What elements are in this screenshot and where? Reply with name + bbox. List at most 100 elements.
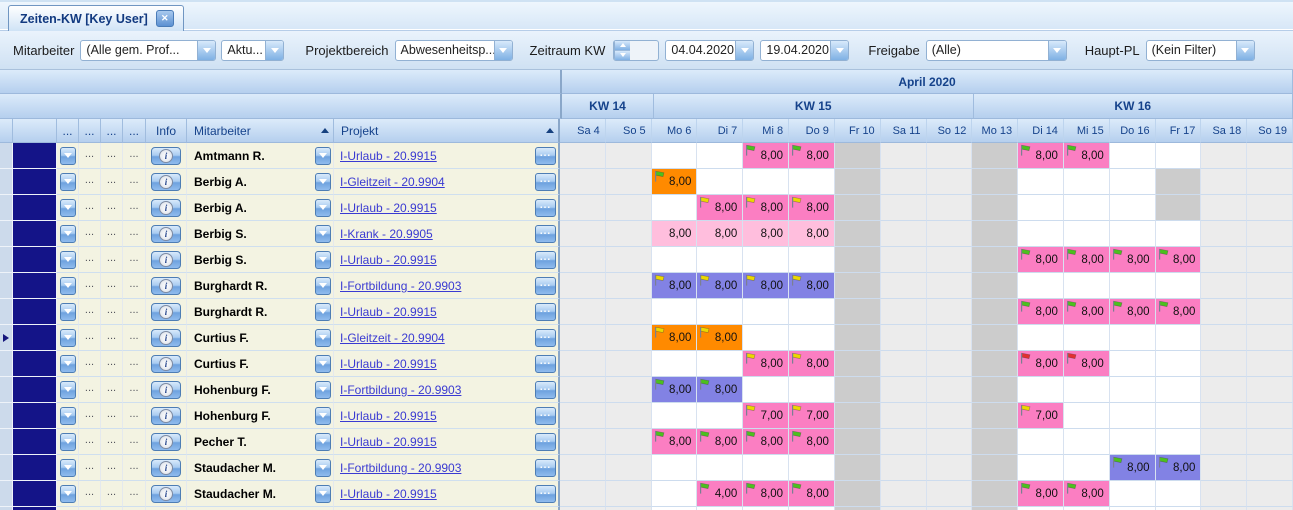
day-cell-so12[interactable] — [926, 273, 973, 299]
row-dropdown-button[interactable] — [59, 328, 76, 347]
day-cell-so12[interactable] — [926, 325, 973, 351]
row-selector[interactable] — [0, 247, 13, 273]
day-cell-mo13[interactable] — [972, 169, 1019, 195]
info-button[interactable]: i — [151, 354, 181, 373]
info-button[interactable]: i — [151, 276, 181, 295]
day-header-mi15[interactable]: Mi 15 — [1063, 119, 1110, 143]
row-dropdown-button[interactable] — [59, 276, 76, 295]
day-cell-sa18[interactable] — [1201, 351, 1248, 377]
day-cell-sa18[interactable] — [1201, 247, 1248, 273]
day-cell-so12[interactable] — [926, 403, 973, 429]
day-cell-fr17[interactable] — [1155, 377, 1202, 403]
day-cell-fr10[interactable] — [834, 351, 881, 377]
day-cell-mi8[interactable]: 8,00 — [743, 351, 790, 377]
day-cell-mo13[interactable] — [972, 455, 1019, 481]
day-cell-fr10[interactable] — [834, 377, 881, 403]
row-dropdown-button[interactable] — [59, 458, 76, 477]
day-cell-so19[interactable] — [1247, 195, 1293, 221]
day-cell-so12[interactable] — [926, 299, 973, 325]
day-cell-fr10[interactable] — [834, 403, 881, 429]
ellipsis-button[interactable]: ... — [101, 299, 123, 325]
day-cell-sa11[interactable] — [880, 169, 927, 195]
mitarbeiter-dropdown-button[interactable] — [315, 380, 331, 399]
day-cell-di7[interactable] — [697, 403, 744, 429]
row-selector[interactable] — [0, 481, 13, 507]
day-cell-do16[interactable] — [1109, 273, 1156, 299]
day-cell-mi8[interactable]: 8,00 — [743, 221, 790, 247]
day-cell-sa11[interactable] — [880, 299, 927, 325]
ellipsis-button[interactable]: ... — [101, 351, 123, 377]
day-cell-so5[interactable] — [605, 429, 652, 455]
day-cell-so5[interactable] — [605, 299, 652, 325]
day-cell-sa4[interactable] — [560, 299, 606, 325]
day-cell-mo13[interactable] — [972, 377, 1019, 403]
projekt-link[interactable]: I-Fortbildung - 20.9903 — [340, 461, 535, 475]
projekt-browse-button[interactable]: ... — [535, 250, 556, 269]
info-button[interactable]: i — [151, 302, 181, 321]
ellipsis-button[interactable]: ... — [101, 273, 123, 299]
day-cell-di14[interactable] — [1018, 169, 1064, 195]
day-cell-fr17[interactable] — [1155, 403, 1202, 429]
day-cell-do16[interactable] — [1109, 143, 1156, 169]
day-cell-sa4[interactable] — [560, 247, 606, 273]
day-cell-di14[interactable] — [1018, 377, 1064, 403]
day-cell-do9[interactable]: 8,00 — [789, 273, 835, 299]
day-cell-do16[interactable] — [1109, 325, 1156, 351]
day-cell-sa11[interactable] — [880, 221, 927, 247]
day-cell-so12[interactable] — [926, 377, 973, 403]
day-cell-do9[interactable] — [789, 247, 835, 273]
day-cell-do9[interactable]: 8,00 — [789, 195, 835, 221]
day-cell-mi8[interactable]: 8,00 — [743, 429, 790, 455]
day-cell-di14[interactable] — [1018, 455, 1064, 481]
day-cell-di14[interactable]: 8,00 — [1018, 299, 1064, 325]
day-cell-mo6[interactable]: 8,00 — [651, 377, 698, 403]
day-cell-fr17[interactable] — [1155, 221, 1202, 247]
day-cell-fr17[interactable] — [1155, 351, 1202, 377]
projekt-column-header[interactable]: Projekt — [334, 119, 560, 143]
ellipsis-button[interactable]: ... — [79, 221, 101, 247]
day-cell-fr10[interactable] — [834, 221, 881, 247]
mitarbeiter-dropdown-button[interactable] — [315, 484, 331, 503]
projekt-browse-button[interactable]: ... — [535, 458, 556, 477]
day-cell-sa4[interactable] — [560, 351, 606, 377]
day-cell-fr10[interactable] — [834, 325, 881, 351]
day-cell-mi15[interactable] — [1063, 273, 1110, 299]
day-cell-sa4[interactable] — [560, 143, 606, 169]
day-cell-so5[interactable] — [605, 273, 652, 299]
ellipsis-button[interactable]: ... — [123, 351, 146, 377]
day-cell-di14[interactable] — [1018, 195, 1064, 221]
day-header-di7[interactable]: Di 7 — [697, 119, 744, 143]
projekt-link[interactable]: I-Fortbildung - 20.9903 — [340, 279, 535, 293]
day-cell-mo6[interactable] — [651, 351, 698, 377]
projekt-browse-button[interactable]: ... — [535, 302, 556, 321]
row-dropdown-button[interactable] — [59, 172, 76, 191]
row-dropdown-button[interactable] — [59, 146, 76, 165]
day-cell-mo6[interactable] — [651, 195, 698, 221]
day-cell-so19[interactable] — [1247, 325, 1293, 351]
mitarbeiter-dropdown-button[interactable] — [315, 328, 331, 347]
mitarbeiter-dropdown-button[interactable] — [315, 276, 331, 295]
info-button[interactable]: i — [151, 432, 181, 451]
row-selector[interactable] — [0, 351, 13, 377]
projekt-browse-button[interactable]: ... — [535, 224, 556, 243]
day-cell-sa4[interactable] — [560, 481, 606, 507]
day-cell-so5[interactable] — [605, 221, 652, 247]
ellipsis-button[interactable]: ... — [79, 143, 101, 169]
ellipsis-button[interactable]: ... — [79, 325, 101, 351]
info-button[interactable]: i — [151, 406, 181, 425]
projekt-link[interactable]: I-Krank - 20.9905 — [340, 227, 535, 241]
day-cell-sa11[interactable] — [880, 377, 927, 403]
day-cell-so5[interactable] — [605, 195, 652, 221]
day-header-sa4[interactable]: Sa 4 — [560, 119, 606, 143]
row-dropdown-button[interactable] — [59, 224, 76, 243]
projekt-browse-button[interactable]: ... — [535, 172, 556, 191]
projekt-link[interactable]: I-Urlaub - 20.9915 — [340, 487, 535, 501]
day-cell-mi15[interactable] — [1063, 221, 1110, 247]
day-cell-mi8[interactable] — [743, 325, 790, 351]
day-cell-do16[interactable] — [1109, 377, 1156, 403]
day-cell-fr17[interactable] — [1155, 169, 1202, 195]
day-cell-mi15[interactable] — [1063, 377, 1110, 403]
day-cell-fr17[interactable] — [1155, 143, 1202, 169]
day-cell-fr10[interactable] — [834, 429, 881, 455]
day-cell-mo13[interactable] — [972, 429, 1019, 455]
